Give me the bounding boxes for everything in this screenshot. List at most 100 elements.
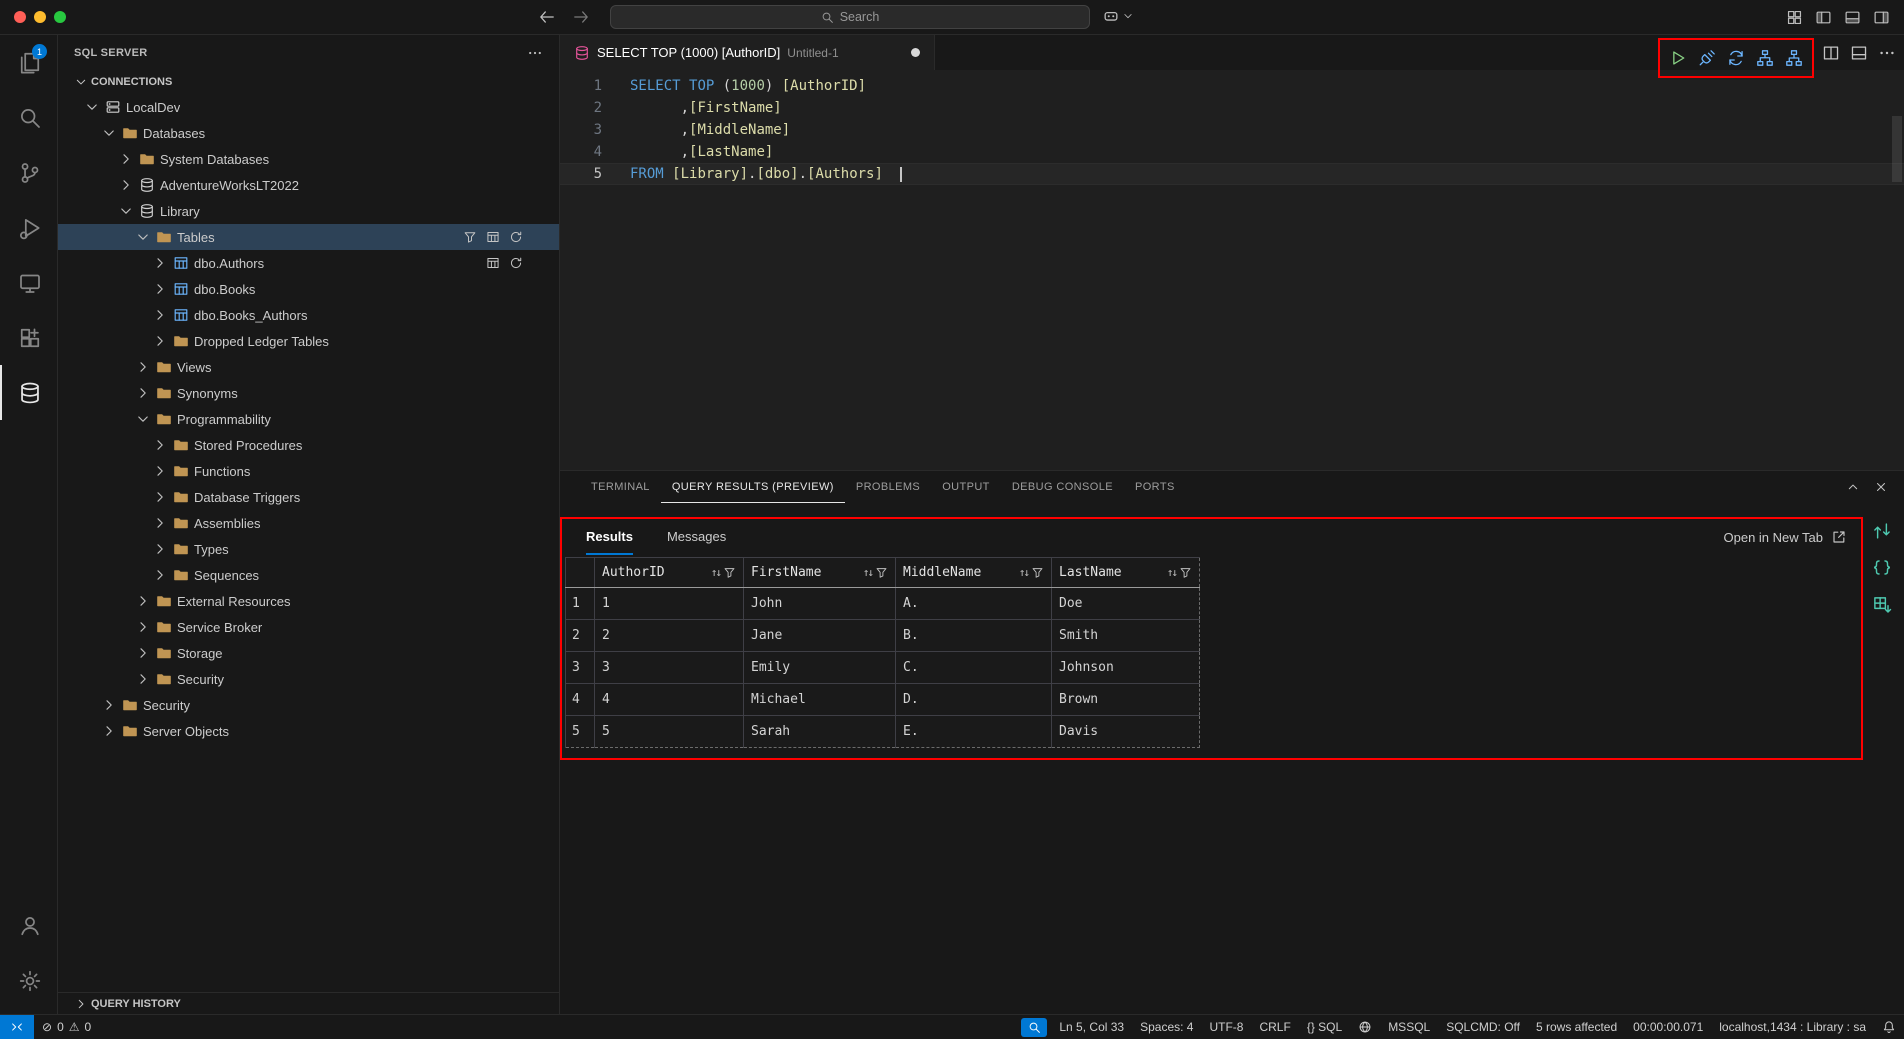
tree-item-system-databases[interactable]: System Databases [58, 146, 559, 172]
maximize-panel-button[interactable] [1846, 480, 1860, 494]
sort-icon[interactable]: ↑↓ [711, 566, 720, 579]
activity-search[interactable] [0, 90, 57, 145]
row-number[interactable]: 2 [566, 620, 595, 652]
grid-cell[interactable]: Smith [1052, 620, 1200, 652]
close-panel-button[interactable] [1874, 480, 1888, 494]
tree-item-synonyms[interactable]: Synonyms [58, 380, 559, 406]
row-number[interactable]: 4 [566, 684, 595, 716]
status-query-time[interactable]: 00:00:00.071 [1625, 1015, 1711, 1039]
customize-layout-button[interactable] [1786, 9, 1803, 26]
tree-item-service-broker[interactable]: Service Broker [58, 614, 559, 640]
grid-cell[interactable]: B. [896, 620, 1052, 652]
filter-icon[interactable] [723, 566, 736, 579]
estimated-plan-button[interactable] [1756, 49, 1774, 67]
copilot-menu-button[interactable] [1102, 7, 1134, 25]
grid-cell[interactable]: Doe [1052, 588, 1200, 620]
tree-item-storage[interactable]: Storage [58, 640, 559, 666]
tree-item-stored-procedures[interactable]: Stored Procedures [58, 432, 559, 458]
toggle-layout-button[interactable] [1850, 44, 1868, 62]
maximize-window-button[interactable] [54, 11, 66, 23]
toggle-primary-sidebar-button[interactable] [1815, 9, 1832, 26]
refresh-icon[interactable] [509, 256, 523, 270]
status-cursor-position[interactable]: Ln 5, Col 33 [1051, 1015, 1132, 1039]
row-number[interactable]: 1 [566, 588, 595, 620]
status-encoding[interactable]: UTF-8 [1201, 1015, 1251, 1039]
grid-row-5[interactable]: 55SarahE.Davis [566, 716, 1200, 748]
grid-cell[interactable]: Davis [1052, 716, 1200, 748]
status-language-status[interactable] [1350, 1015, 1380, 1039]
tree-item-dbo-books-authors[interactable]: dbo.Books_Authors [58, 302, 559, 328]
editor-scrollbar[interactable] [1892, 116, 1902, 182]
editor-tab[interactable]: SELECT TOP (1000) [AuthorID] Untitled-1 [560, 35, 935, 70]
grid-cell[interactable]: Sarah [744, 716, 896, 748]
grid-cell[interactable]: Michael [744, 684, 896, 716]
split-editor-button[interactable] [1822, 44, 1840, 62]
tree-item-databases[interactable]: Databases [58, 120, 559, 146]
back-button[interactable] [538, 8, 556, 26]
save-as-excel-button[interactable] [1872, 595, 1892, 615]
grid-cell[interactable]: Jane [744, 620, 896, 652]
command-center-search[interactable]: Search [610, 5, 1090, 29]
minimize-window-button[interactable] [34, 11, 46, 23]
tree-item-sequences[interactable]: Sequences [58, 562, 559, 588]
status-mssql-provider[interactable]: MSSQL [1380, 1015, 1438, 1039]
change-connection-button[interactable] [1727, 49, 1745, 67]
filter-icon[interactable] [1179, 566, 1192, 579]
toggle-secondary-sidebar-button[interactable] [1873, 9, 1890, 26]
tree-item-adventureworkslt2022[interactable]: AdventureWorksLT2022 [58, 172, 559, 198]
filter-icon[interactable] [875, 566, 888, 579]
grid-row-3[interactable]: 33EmilyC.Johnson [566, 652, 1200, 684]
results-tab-results[interactable]: Results [586, 519, 633, 555]
column-header-middlename[interactable]: MiddleName↑↓ [896, 558, 1052, 588]
activity-remote-explorer[interactable] [0, 255, 57, 310]
run-query-button[interactable] [1669, 49, 1687, 67]
refresh-icon[interactable] [509, 230, 523, 244]
sort-icon[interactable]: ↑↓ [863, 566, 872, 579]
activity-extensions[interactable] [0, 310, 57, 365]
grid-cell[interactable]: E. [896, 716, 1052, 748]
grid-cell[interactable]: D. [896, 684, 1052, 716]
status-language-mode[interactable]: {} SQL [1299, 1015, 1350, 1039]
close-window-button[interactable] [14, 11, 26, 23]
code-line-1[interactable]: 1SELECT TOP (1000) [AuthorID] [560, 75, 1904, 97]
panel-tab-terminal[interactable]: TERMINAL [580, 471, 661, 503]
forward-button[interactable] [572, 8, 590, 26]
tree-item-localdev[interactable]: LocalDev [58, 94, 559, 120]
results-tab-messages[interactable]: Messages [667, 519, 726, 555]
grid-cell[interactable]: John [744, 588, 896, 620]
status-indentation[interactable]: Spaces: 4 [1132, 1015, 1201, 1039]
problems-status[interactable]: ⊘ 0 ⚠ 0 [34, 1015, 99, 1039]
sort-icon[interactable]: ↑↓ [1019, 566, 1028, 579]
panel-tab-ports[interactable]: PORTS [1124, 471, 1186, 503]
activity-explorer[interactable]: 1 [0, 35, 57, 90]
save-as-json-button[interactable] [1872, 558, 1892, 578]
grid-cell[interactable]: 4 [595, 684, 744, 716]
panel-tab-query-results-preview[interactable]: QUERY RESULTS (PREVIEW) [661, 471, 845, 503]
row-number[interactable]: 3 [566, 652, 595, 684]
code-line-3[interactable]: 3 ,[MiddleName] [560, 119, 1904, 141]
code-line-2[interactable]: 2 ,[FirstName] [560, 97, 1904, 119]
code-editor[interactable]: 1SELECT TOP (1000) [AuthorID]2 ,[FirstNa… [560, 70, 1904, 470]
grid-row-2[interactable]: 22JaneB.Smith [566, 620, 1200, 652]
tree-item-assemblies[interactable]: Assemblies [58, 510, 559, 536]
save-as-csv-button[interactable] [1872, 521, 1892, 541]
unsaved-changes-dot[interactable] [911, 48, 920, 57]
tree-item-database-triggers[interactable]: Database Triggers [58, 484, 559, 510]
grid-cell[interactable]: Emily [744, 652, 896, 684]
open-in-new-tab-button[interactable]: Open in New Tab [1724, 519, 1848, 555]
more-actions-button[interactable] [1878, 44, 1896, 62]
grid-cell[interactable]: Johnson [1052, 652, 1200, 684]
activity-accounts[interactable] [0, 898, 57, 953]
grid-cell[interactable]: 2 [595, 620, 744, 652]
panel-tab-output[interactable]: OUTPUT [931, 471, 1001, 503]
panel-tab-problems[interactable]: PROBLEMS [845, 471, 931, 503]
grid-cell[interactable]: A. [896, 588, 1052, 620]
tree-item-tables[interactable]: Tables [58, 224, 559, 250]
tree-item-library[interactable]: Library [58, 198, 559, 224]
table-icon[interactable] [486, 256, 500, 270]
grid-cell[interactable]: Brown [1052, 684, 1200, 716]
status-sqlcmd[interactable]: SQLCMD: Off [1438, 1015, 1528, 1039]
status-notifications[interactable] [1874, 1015, 1904, 1039]
status-zoom[interactable] [1017, 1015, 1051, 1039]
tree-item-external-resources[interactable]: External Resources [58, 588, 559, 614]
